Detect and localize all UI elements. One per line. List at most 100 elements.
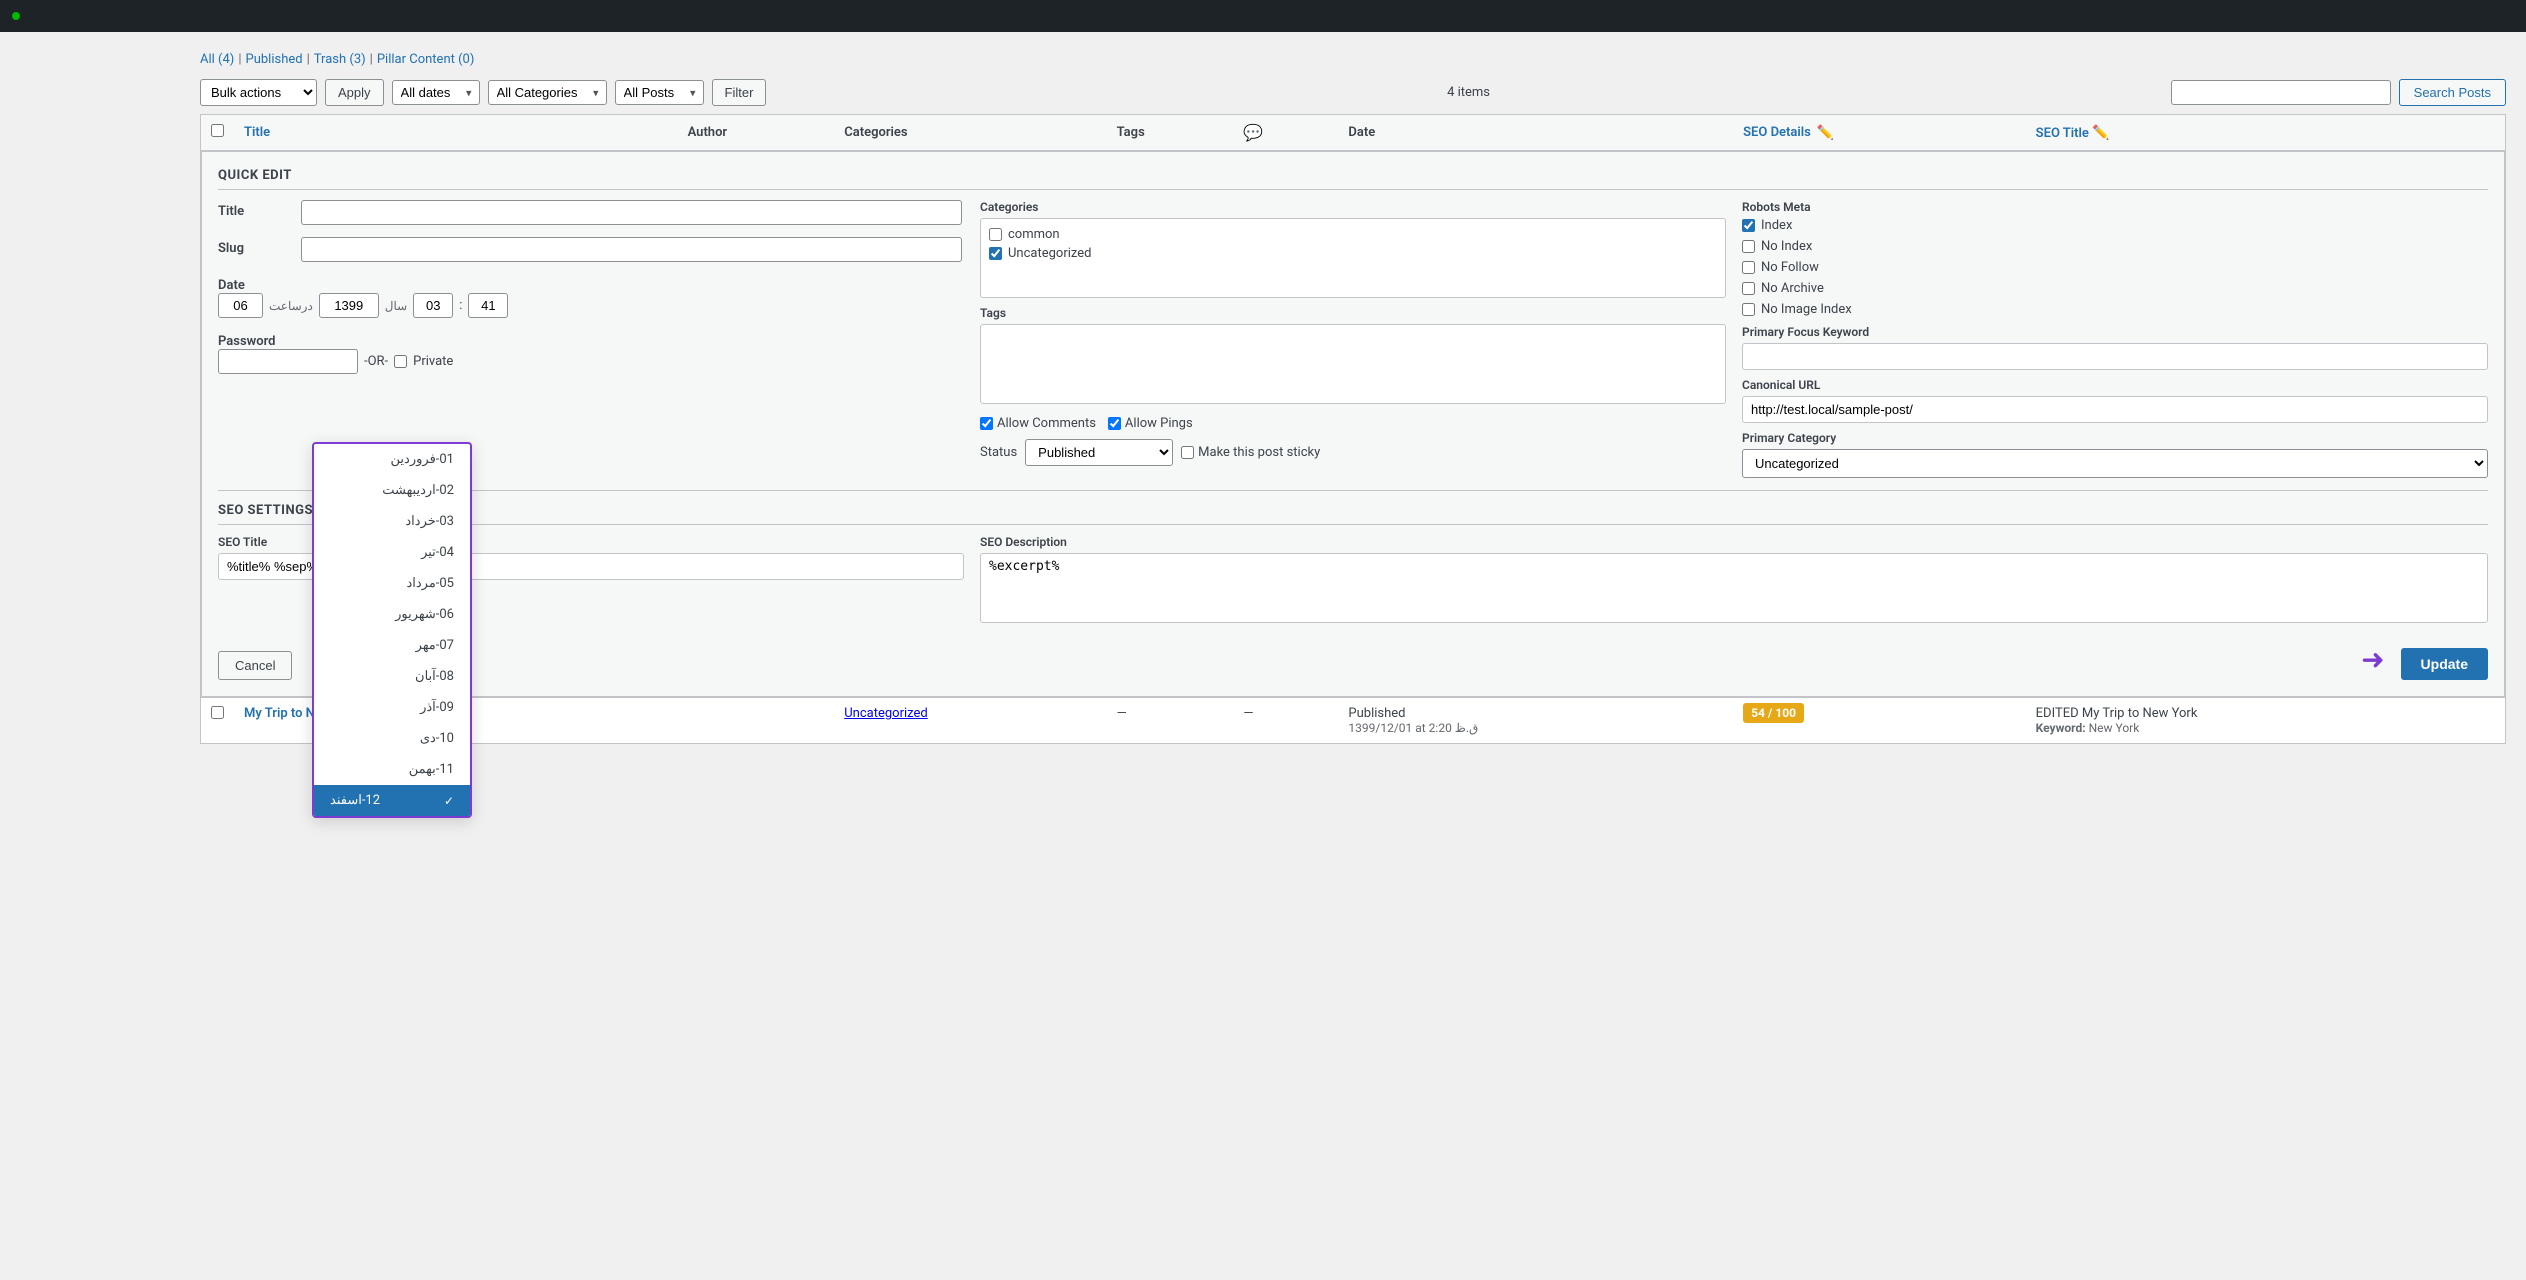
nav-trash[interactable]: Trash (3) [314, 52, 366, 67]
search-posts-button[interactable]: Search Posts [2399, 79, 2506, 106]
dropdown-item-06[interactable]: 06-شهریور [314, 599, 470, 630]
all-posts-select[interactable]: All Posts [615, 80, 704, 105]
robots-nofollow-label: No Follow [1761, 260, 1819, 275]
select-all-checkbox[interactable] [211, 124, 224, 137]
status-label: Status [980, 445, 1017, 460]
robots-index-checkbox[interactable] [1742, 219, 1755, 232]
allow-comments-item: Allow Comments [980, 416, 1096, 431]
slug-row: Slug [218, 237, 964, 262]
dropdown-item-10[interactable]: 10-دی [314, 723, 470, 754]
private-checkbox[interactable] [394, 355, 407, 368]
filter-button[interactable]: Filter [712, 79, 767, 106]
all-categories-select[interactable]: All Categories [488, 80, 607, 105]
password-input[interactable] [218, 349, 358, 374]
robots-noimageindex-checkbox[interactable] [1742, 303, 1755, 316]
th-seo-title: SEO Title ✏️ [2026, 115, 2506, 151]
quick-edit-row: QUICK EDIT Title Slug [201, 151, 2506, 698]
date-minute-input[interactable] [468, 293, 508, 318]
th-date: Date [1338, 115, 1733, 151]
bulk-action-select[interactable]: Bulk actions Edit Move to Trash [200, 79, 317, 106]
update-button[interactable]: Update [2401, 648, 2488, 680]
password-row: Password -OR- Private [218, 330, 964, 374]
seo-desc-textarea[interactable]: %excerpt% [980, 553, 2488, 623]
post-comment-count: — [1233, 698, 1338, 744]
status-select[interactable]: Published Draft Pending Review [1025, 439, 1173, 466]
dropdown-item-08[interactable]: 08-آبان [314, 661, 470, 692]
primary-focus-input[interactable] [1742, 343, 2488, 370]
robots-noimageindex: No Image Index [1742, 302, 2488, 317]
post-row-my-trip: My Trip to New York test Uncategorized —… [201, 698, 2506, 744]
status-dot [12, 12, 20, 20]
robots-noarchive: No Archive [1742, 281, 2488, 296]
robots-index: Index [1742, 218, 2488, 233]
date-year-input[interactable] [319, 293, 379, 318]
robots-noimageindex-label: No Image Index [1761, 302, 1852, 317]
post-category-link[interactable]: Uncategorized [844, 706, 927, 721]
slug-input[interactable] [301, 237, 962, 262]
robots-noarchive-checkbox[interactable] [1742, 282, 1755, 295]
category-uncategorized-checkbox[interactable] [989, 247, 1002, 260]
main-content: All (4) | Published | Trash (3) | Pillar… [0, 32, 2526, 764]
quick-edit-left: Title Slug Date [218, 200, 964, 478]
primary-category-select[interactable]: Uncategorized [1742, 449, 2488, 478]
date-colon: : [459, 298, 462, 313]
date-time-label: درساعت [269, 299, 313, 313]
quick-edit-actions: Cancel ➜ Update [218, 639, 2488, 680]
date-hour-input[interactable] [413, 293, 453, 318]
tablenav-top: Bulk actions Edit Move to Trash Apply Al… [200, 79, 2506, 106]
seo-title-edit-icon[interactable]: ✏️ [2092, 125, 2109, 141]
seo-settings-heading: SEO SETTINGS [218, 503, 2488, 525]
dropdown-item-09[interactable]: 09-آذر [314, 692, 470, 723]
comment-icon: 💬 [1243, 123, 1263, 142]
nav-all[interactable]: All (4) [200, 52, 234, 67]
apply-button[interactable]: Apply [325, 79, 384, 106]
dropdown-item-12[interactable]: 12-اسفند [314, 785, 470, 816]
seo-settings-grid: SEO Title SEO Description %excerpt% [218, 535, 2488, 627]
category-uncategorized-label: Uncategorized [1008, 246, 1091, 261]
all-dates-select[interactable]: All dates [392, 80, 480, 105]
primary-focus-heading: Primary Focus Keyword [1742, 325, 2488, 339]
nav-published[interactable]: Published [246, 52, 303, 67]
allow-pings-label: Allow Pings [1125, 416, 1193, 431]
canonical-heading: Canonical URL [1742, 378, 2488, 392]
date-year-label: سال [385, 299, 407, 313]
nav-pillar[interactable]: Pillar Content (0) [377, 52, 475, 67]
dropdown-item-03[interactable]: 03-خرداد [314, 506, 470, 537]
primary-focus-section: Primary Focus Keyword [1742, 325, 2488, 370]
title-row: Title [218, 200, 964, 225]
primary-category-section: Primary Category Uncategorized [1742, 431, 2488, 478]
private-label: Private [413, 354, 453, 369]
seo-details-edit-icon[interactable]: ✏️ [1817, 125, 1834, 141]
quick-edit-panel: QUICK EDIT Title Slug [201, 151, 2505, 697]
date-label-el: Date [218, 274, 298, 293]
allow-pings-checkbox[interactable] [1108, 417, 1121, 430]
dropdown-item-07[interactable]: 07-مهر [314, 630, 470, 661]
th-author: Author [678, 115, 835, 151]
seo-divider [218, 490, 2488, 491]
category-common-checkbox[interactable] [989, 228, 1002, 241]
search-input[interactable] [2171, 80, 2391, 105]
post-checkbox[interactable] [211, 706, 224, 719]
posts-table: Title Author Categories Tags 💬 Date SEO … [200, 114, 2506, 744]
robots-noindex-label: No Index [1761, 239, 1812, 254]
seo-score-badge: 54 / 100 [1743, 703, 1804, 723]
make-sticky-checkbox[interactable] [1181, 446, 1194, 459]
robots-nofollow-checkbox[interactable] [1742, 261, 1755, 274]
robots-index-label: Index [1761, 218, 1792, 233]
tags-textarea[interactable] [980, 324, 1726, 404]
dropdown-item-04[interactable]: 04-تیر [314, 537, 470, 568]
canonical-input[interactable] [1742, 396, 2488, 423]
dropdown-item-02[interactable]: 02-اردیبهشت [314, 475, 470, 506]
tags-heading: Tags [980, 306, 1726, 320]
allow-comments-checkbox[interactable] [980, 417, 993, 430]
dropdown-item-11[interactable]: 11-بهمن [314, 754, 470, 785]
cancel-button[interactable]: Cancel [218, 651, 292, 680]
date-day-input[interactable] [218, 293, 263, 318]
keyword-value: New York [2089, 721, 2140, 735]
title-input[interactable] [301, 200, 962, 225]
robots-noindex-checkbox[interactable] [1742, 240, 1755, 253]
post-author [678, 698, 835, 744]
dropdown-item-01[interactable]: 01-فروردین [314, 444, 470, 475]
dropdown-item-05[interactable]: 05-مرداد [314, 568, 470, 599]
categories-section: Categories common Uncategori [980, 200, 1726, 298]
